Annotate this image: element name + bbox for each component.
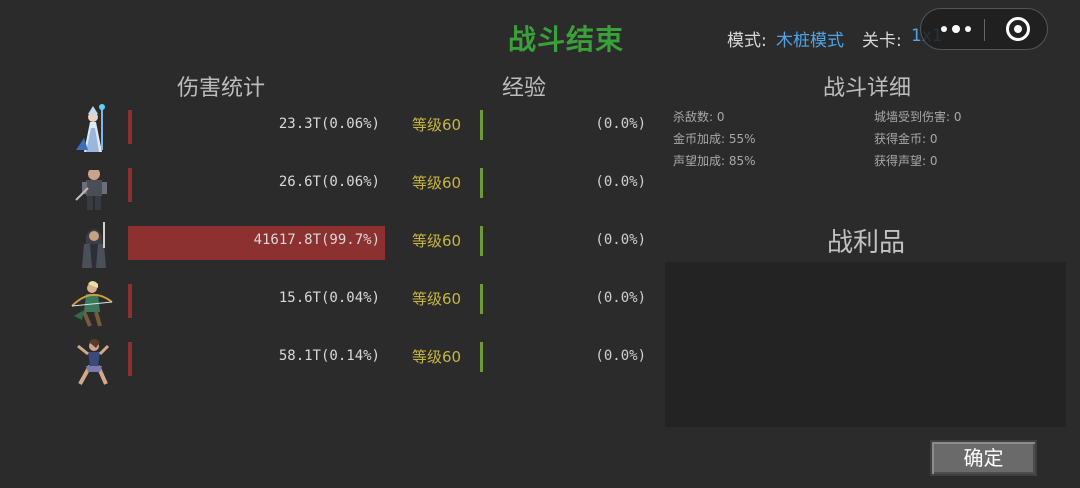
damage-stats-heading: 伤害统计 [177, 76, 266, 101]
hero-level: 等级60 [412, 232, 462, 250]
gold-bonus-stat: 金币加成: 55% [673, 132, 756, 146]
exp-value: (0.0%) [595, 290, 646, 306]
hero-level: 等级60 [412, 290, 462, 308]
damage-value: 41617.8T(99.7%) [253, 232, 380, 248]
exp-bar [480, 226, 483, 256]
exp-value: (0.0%) [595, 232, 646, 248]
more-icon[interactable] [941, 19, 971, 39]
fighter-avatar [77, 339, 110, 385]
loot-panel [665, 262, 1066, 427]
capsule-divider [984, 19, 985, 41]
damage-bar [128, 168, 132, 202]
hero-level: 等级60 [412, 348, 462, 366]
exp-bar [480, 284, 483, 314]
gold-gained-stat: 获得金币: 0 [874, 132, 938, 146]
wall-damage-stat: 城墙受到伤害: 0 [874, 110, 962, 124]
mini-program-capsule [920, 8, 1048, 50]
exp-bar [480, 110, 483, 140]
fame-gained-stat: 获得声望: 0 [874, 154, 938, 168]
exp-bar [480, 168, 483, 198]
hero-row: 26.6T(0.06%) 等级60 (0.0%) [60, 158, 660, 214]
kills-stat: 杀敌数: 0 [673, 110, 725, 124]
exp-bar [480, 342, 483, 372]
damage-value: 26.6T(0.06%) [278, 174, 380, 190]
stage-label: 关卡: [862, 31, 902, 51]
hero-row: 23.3T(0.06%) 等级60 (0.0%) [60, 100, 660, 156]
exp-value: (0.0%) [595, 116, 646, 132]
close-target-icon[interactable] [1006, 17, 1030, 41]
damage-value: 23.3T(0.06%) [278, 116, 380, 132]
hero-row: 58.1T(0.14%) 等级60 (0.0%) [60, 332, 660, 388]
fame-bonus-stat: 声望加成: 85% [673, 154, 756, 168]
hero-level: 等级60 [412, 174, 462, 192]
damage-value: 58.1T(0.14%) [278, 348, 380, 364]
battle-detail-heading: 战斗详细 [823, 76, 912, 101]
mode-label: 模式: [727, 31, 767, 51]
hero-row: 15.6T(0.04%) 等级60 (0.0%) [60, 274, 660, 330]
confirm-button[interactable]: 确定 [930, 440, 1037, 476]
hero-level: 等级60 [412, 116, 462, 134]
mode-value: 木桩模式 [776, 31, 844, 51]
hero-row: 41617.8T(99.7%) 等级60 (0.0%) [60, 216, 660, 272]
exp-value: (0.0%) [595, 174, 646, 190]
exp-value: (0.0%) [595, 348, 646, 364]
battle-end-title: 战斗结束 [508, 23, 625, 56]
exp-heading: 经验 [502, 76, 547, 101]
damage-bar [128, 342, 132, 376]
ice-mage-avatar [76, 104, 105, 152]
damage-bar [128, 110, 132, 144]
damage-bar [128, 284, 132, 318]
hooded-rogue-avatar [82, 222, 106, 268]
damage-value: 15.6T(0.04%) [278, 290, 380, 306]
armored-warrior-avatar [75, 166, 107, 210]
loot-heading: 战利品 [827, 228, 906, 258]
archer-avatar [71, 281, 113, 327]
